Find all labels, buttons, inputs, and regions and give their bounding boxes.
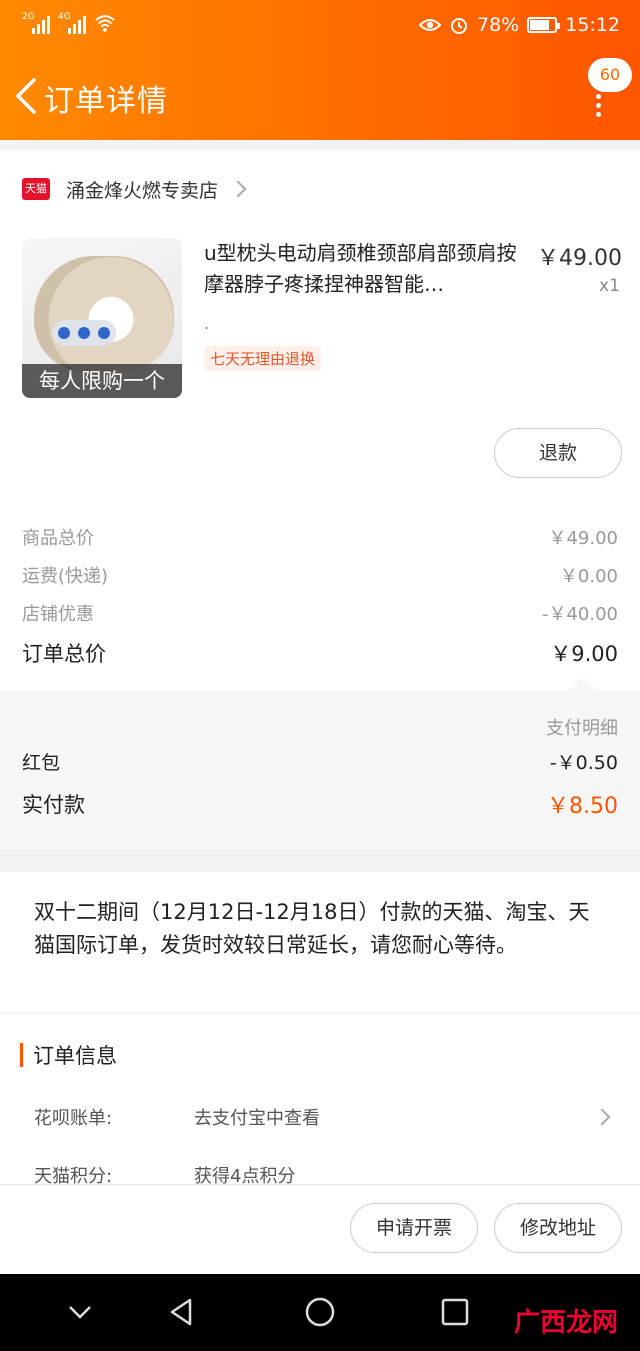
more-menu-icon[interactable] <box>596 94 602 121</box>
network-type-2: 4G <box>58 12 71 22</box>
refund-button[interactable]: 退款 <box>494 428 622 478</box>
change-address-button[interactable]: 修改地址 <box>494 1203 622 1253</box>
product-title[interactable]: u型枕头电动肩颈椎颈部肩部颈肩按摩器脖子疼揉捏神器智能… <box>204 238 524 300</box>
request-invoice-button[interactable]: 申请开票 <box>350 1203 478 1253</box>
alarm-icon <box>451 18 467 34</box>
battery-icon <box>527 17 561 33</box>
page-title: 订单详情 <box>44 84 168 119</box>
summary-label: 店铺优惠 <box>22 604 94 625</box>
app-header: 2G 4G 78% 15:12 订单详情 60 <box>0 0 640 140</box>
tmall-logo-icon: 天猫 <box>22 178 50 200</box>
info-value: 去支付宝中查看 <box>194 1108 320 1129</box>
actual-payment-row: 实付款 ￥8.50 <box>22 788 618 820</box>
info-label: 天猫积分: <box>34 1166 113 1184</box>
section-marker <box>20 1043 23 1067</box>
chevron-right-icon <box>229 180 247 198</box>
huabei-bill-row[interactable]: 花呗账单: 去支付宝中查看 <box>34 1102 624 1132</box>
nav-back-icon[interactable] <box>164 1294 200 1330</box>
payment-detail-label: 支付明细 <box>546 718 618 739</box>
summary-label: 运费(快递) <box>22 566 109 587</box>
actual-payment-value: ￥8.50 <box>547 794 618 819</box>
red-packet-row: 红包 -￥0.50 <box>22 748 618 775</box>
summary-row: 商品总价 ￥49.00 <box>22 524 618 550</box>
summary-label: 商品总价 <box>22 528 94 549</box>
summary-value: ￥49.00 <box>548 528 618 549</box>
back-button[interactable] <box>10 74 44 118</box>
order-info-title: 订单信息 <box>33 1044 117 1068</box>
summary-row: 店铺优惠 -￥40.00 <box>22 600 618 626</box>
signal-icon-2: 4G <box>58 12 86 34</box>
shop-name: 涌金烽火燃专卖店 <box>66 179 219 202</box>
tmall-points-row: 天猫积分: 获得4点积分 <box>34 1160 624 1184</box>
image-caption: 每人限购一个 <box>22 364 182 398</box>
product-price: ￥49.00 <box>537 246 622 271</box>
order-total-value: ￥9.00 <box>550 642 618 666</box>
network-type-1: 2G <box>22 12 35 22</box>
controller-image <box>52 320 116 346</box>
order-total-row: 订单总价 ￥9.00 <box>22 638 618 668</box>
bottom-action-bar: 申请开票 修改地址 <box>0 1184 640 1274</box>
order-info-header: 订单信息 <box>20 1040 117 1070</box>
summary-value: ￥0.00 <box>559 566 618 587</box>
nav-home-icon[interactable] <box>302 1294 338 1330</box>
product-sku: . <box>204 314 210 333</box>
summary-row: 运费(快递) ￥0.00 <box>22 562 618 588</box>
wifi-icon <box>95 15 115 32</box>
chevron-down-icon[interactable] <box>62 1294 98 1330</box>
status-bar: 2G 4G 78% 15:12 <box>0 0 640 52</box>
watermark-logo: 广西龙网 <box>513 1308 618 1338</box>
clock: 15:12 <box>565 14 620 36</box>
signal-icon: 2G <box>22 12 50 34</box>
eye-icon <box>419 19 441 31</box>
red-packet-label: 红包 <box>22 752 61 774</box>
neck-pillow-image <box>34 256 174 371</box>
chevron-right-icon <box>593 1108 611 1126</box>
summary-value: -￥40.00 <box>541 604 618 625</box>
info-value: 获得4点积分 <box>194 1166 296 1184</box>
payment-detail-panel: 支付明细 红包 -￥0.50 实付款 ￥8.50 <box>0 676 640 850</box>
notice-text: 双十二期间（12月12日-12月18日）付款的天猫、淘宝、天猫国际订单，发货时效… <box>34 900 590 957</box>
info-label: 花呗账单: <box>34 1108 113 1129</box>
nav-recents-icon[interactable] <box>437 1294 473 1330</box>
product-quantity: x1 <box>599 276 620 296</box>
order-info-section: 订单信息 花呗账单: 去支付宝中查看 天猫积分: 获得4点积分 <box>0 1014 640 1184</box>
red-packet-value: -￥0.50 <box>549 752 618 774</box>
battery-percent: 78% <box>477 14 520 36</box>
product-image[interactable]: 每人限购一个 <box>22 238 182 398</box>
message-count-badge: 60 <box>588 58 632 92</box>
return-policy-tag: 七天无理由退换 <box>204 346 322 371</box>
order-total-label: 订单总价 <box>22 642 106 666</box>
actual-payment-label: 实付款 <box>22 793 85 817</box>
shop-row[interactable]: 天猫 涌金烽火燃专卖店 <box>22 174 247 204</box>
shipping-notice: 双十二期间（12月12日-12月18日）付款的天猫、淘宝、天猫国际订单，发货时效… <box>0 872 640 1012</box>
order-card: 天猫 涌金烽火燃专卖店 每人限购一个 u型枕头电动肩颈椎颈部肩部颈肩按摩器脖子疼… <box>0 150 640 690</box>
